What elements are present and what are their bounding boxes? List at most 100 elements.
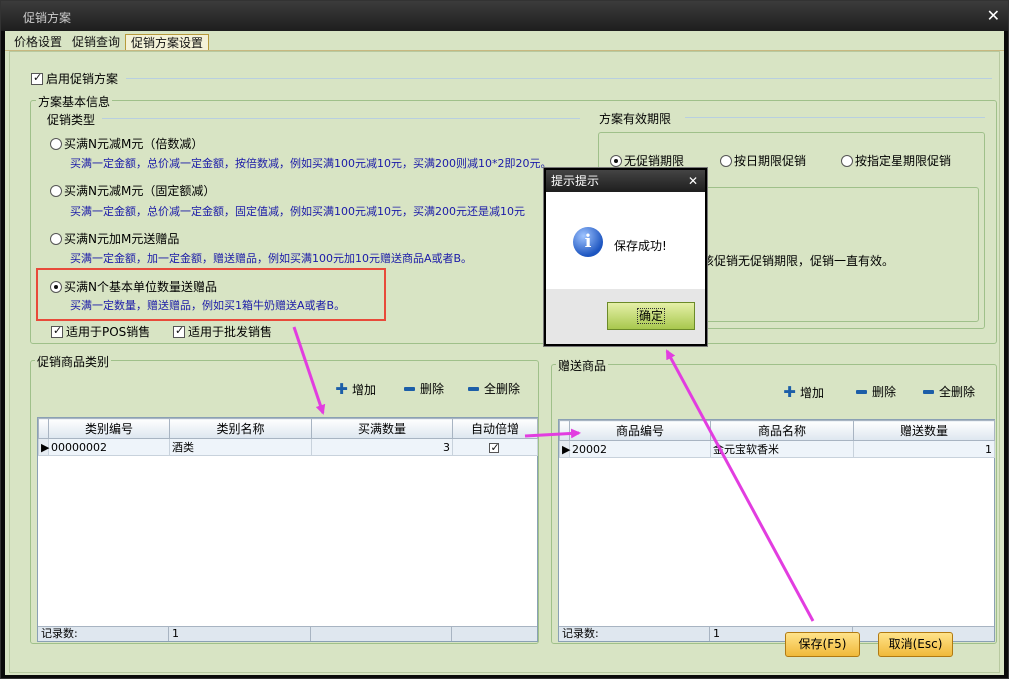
- delete-label: 删除: [872, 385, 897, 399]
- gift-grid: 商品编号 商品名称 赠送数量 ▶ 20002 金元宝软香米 1 记录数: 1: [558, 419, 995, 642]
- wholesale-checkbox[interactable]: 适用于批发销售: [173, 323, 272, 340]
- column-header[interactable]: 类别编号: [48, 418, 170, 439]
- record-count-label: 记录数:: [38, 627, 169, 641]
- gift-add-button[interactable]: ✚ 增加: [783, 383, 824, 401]
- plus-icon: ✚: [335, 380, 348, 398]
- promotion-type-divider: [102, 118, 580, 119]
- option-description: 买满一定数量，赠送赠品，例如买1箱牛奶赠送A或者B。: [70, 299, 346, 312]
- product-code-cell[interactable]: 20002: [569, 440, 711, 458]
- window-close-icon[interactable]: ✕: [987, 6, 1000, 25]
- row-selector-icon[interactable]: ▶: [38, 438, 49, 456]
- add-label: 增加: [352, 382, 377, 397]
- product-name-cell[interactable]: 金元宝软香米: [710, 440, 854, 458]
- minus-icon: [923, 389, 934, 394]
- dialog-body: i 保存成功!: [546, 192, 705, 289]
- radio-no-limit[interactable]: [610, 155, 622, 167]
- footer-cell: [311, 627, 452, 641]
- validity-option-none[interactable]: 无促销期限: [610, 152, 684, 169]
- record-count-value: 1: [169, 627, 311, 641]
- option-description: 买满一定金额，总价减一定金额，固定值减，例如买满100元减10元，买满200元还…: [70, 205, 525, 218]
- validity-option-label: 按指定星期限促销: [855, 154, 952, 168]
- radio-add-gift[interactable]: [50, 233, 62, 245]
- pos-sales-label: 适用于POS销售: [66, 325, 151, 339]
- tab-promotion-plan-settings[interactable]: 促销方案设置: [125, 34, 210, 51]
- dialog-title: 提示提示: [551, 174, 600, 188]
- minus-icon: [468, 386, 479, 391]
- enable-divider: [126, 78, 992, 79]
- pos-checkbox-box[interactable]: [51, 324, 63, 338]
- validity-option-date[interactable]: 按日期限促销: [720, 152, 806, 169]
- gift-quantity-cell[interactable]: 1: [853, 440, 995, 458]
- window-title: 促销方案: [23, 11, 72, 25]
- type-option-add-gift[interactable]: 买满N元加M元送赠品: [50, 230, 179, 247]
- column-header[interactable]: 赠送数量: [853, 420, 995, 441]
- type-option-multiple-reduce[interactable]: 买满N元减M元（倍数减）: [50, 135, 203, 152]
- delete-all-label: 全删除: [939, 385, 976, 399]
- enable-promotion-checkbox[interactable]: 启用促销方案: [31, 70, 118, 87]
- option-description: 买满一定金额，总价减一定金额，按倍数减，例如买满100元减10元，买满200则减…: [70, 157, 552, 170]
- category-delete-button[interactable]: 删除: [404, 380, 444, 397]
- category-code-cell[interactable]: 00000002: [48, 438, 170, 456]
- category-delete-all-button[interactable]: 全删除: [468, 380, 520, 397]
- radio-quantity-gift[interactable]: [50, 281, 62, 293]
- gift-delete-all-button[interactable]: 全删除: [923, 383, 975, 400]
- type-option-fixed-reduce[interactable]: 买满N元减M元（固定额减）: [50, 182, 215, 199]
- wholesale-label: 适用于批发销售: [188, 325, 273, 339]
- footer-cell: [452, 627, 537, 641]
- radio-by-week[interactable]: [841, 155, 853, 167]
- tab-promotion-query[interactable]: 促销查询: [67, 34, 125, 51]
- type-option-quantity-gift[interactable]: 买满N个基本单位数量送赠品: [50, 278, 217, 295]
- column-header[interactable]: 自动倍增: [452, 418, 538, 439]
- pos-sales-checkbox[interactable]: 适用于POS销售: [51, 323, 150, 340]
- gift-panel-title: 赠送商品: [556, 357, 609, 374]
- promotion-type-title: 促销类型: [47, 113, 96, 127]
- add-label: 增加: [800, 385, 825, 400]
- radio-by-date[interactable]: [720, 155, 732, 167]
- table-row[interactable]: ▶ 20002 金元宝软香米 1: [559, 440, 995, 458]
- delete-label: 删除: [420, 382, 445, 396]
- save-button[interactable]: 保存(F5): [785, 632, 860, 657]
- category-grid: 类别编号 类别名称 买满数量 自动倍增 ▶ 00000002 酒类 3 ✓ 记录…: [37, 417, 538, 642]
- enable-promotion-label: 启用促销方案: [46, 72, 119, 86]
- validity-option-week[interactable]: 按指定星期限促销: [841, 152, 951, 169]
- wholesale-checkbox-box[interactable]: [173, 324, 185, 338]
- column-header: [38, 418, 49, 439]
- delete-all-label: 全删除: [484, 382, 521, 396]
- dialog-close-icon[interactable]: ✕: [688, 170, 698, 192]
- option-label: 买满N元加M元送赠品: [64, 232, 180, 246]
- auto-multiply-cell[interactable]: [452, 438, 538, 456]
- radio-fixed-reduce[interactable]: [50, 185, 62, 197]
- option-label: 买满N元减M元（倍数减）: [64, 137, 204, 151]
- option-description: 买满一定金额，加一定金额，赠送赠品，例如买满100元加10元赠送商品A或者B。: [70, 252, 473, 265]
- auto-multiply-checkbox[interactable]: [488, 441, 500, 454]
- validity-option-label: 按日期限促销: [734, 154, 807, 168]
- plus-icon: ✚: [783, 383, 796, 401]
- validity-title: 方案有效期限: [599, 112, 672, 126]
- category-name-cell[interactable]: 酒类: [169, 438, 312, 456]
- ok-label: 确定: [636, 308, 665, 324]
- message-dialog: 提示提示 ✕ i 保存成功! 确定: [544, 168, 707, 346]
- gift-delete-button[interactable]: 删除: [856, 383, 896, 400]
- ok-button[interactable]: 确定: [607, 302, 695, 330]
- cancel-button[interactable]: 取消(Esc): [878, 632, 953, 657]
- column-header[interactable]: 商品名称: [710, 420, 854, 441]
- column-header[interactable]: 类别名称: [169, 418, 312, 439]
- column-header[interactable]: 商品编号: [569, 420, 711, 441]
- validity-option-label: 无促销期限: [624, 154, 685, 168]
- radio-multiple-reduce[interactable]: [50, 138, 62, 150]
- enable-checkbox-box[interactable]: [31, 71, 43, 85]
- client-area: 价格设置 促销查询 促销方案设置 启用促销方案 方案基本信息 促销类型 买满N元…: [5, 31, 1004, 675]
- dialog-title-bar: 提示提示 ✕: [546, 170, 705, 192]
- category-table: 类别编号 类别名称 买满数量 自动倍增 ▶ 00000002 酒类 3: [38, 418, 538, 456]
- tab-price-settings[interactable]: 价格设置: [9, 34, 67, 51]
- validity-divider: [685, 117, 985, 118]
- promotion-window: 促销方案 ✕ 价格设置 促销查询 促销方案设置 启用促销方案 方案基本信息 促销…: [0, 0, 1009, 679]
- category-add-button[interactable]: ✚ 增加: [335, 380, 376, 398]
- option-label: 买满N元减M元（固定额减）: [64, 184, 216, 198]
- option-label: 买满N个基本单位数量送赠品: [64, 280, 217, 294]
- buy-quantity-cell[interactable]: 3: [311, 438, 453, 456]
- minus-icon: [856, 389, 867, 394]
- table-row[interactable]: ▶ 00000002 酒类 3: [38, 438, 538, 456]
- column-header[interactable]: 买满数量: [311, 418, 453, 439]
- row-selector-icon[interactable]: ▶: [559, 440, 570, 458]
